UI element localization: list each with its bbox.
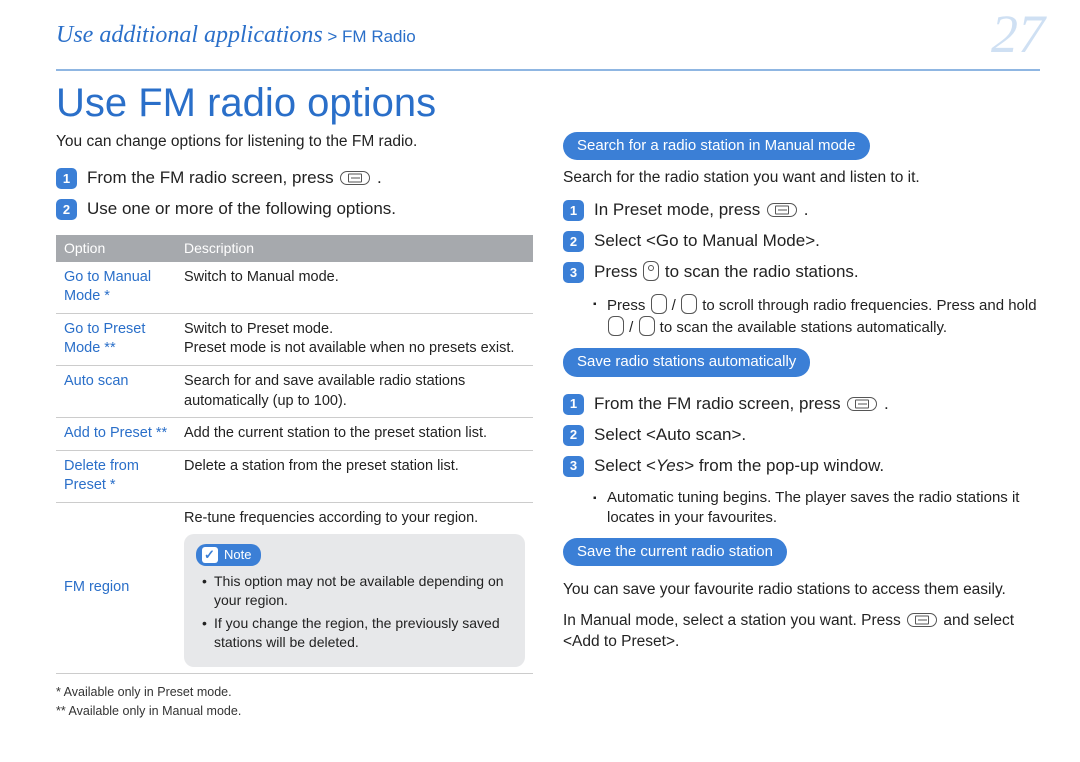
- table-row: Auto scan Search for and save available …: [56, 365, 533, 417]
- option-name: Go to Preset Mode **: [56, 313, 176, 365]
- section-pill: Save the current radio station: [563, 538, 787, 566]
- left-steps: 1 From the FM radio screen, press . 2 Us…: [56, 167, 533, 221]
- option-desc: Switch to Preset mode. Preset mode is no…: [176, 313, 533, 365]
- step-text: In Preset mode, press .: [594, 199, 808, 222]
- option-desc: Delete a station from the preset station…: [176, 450, 533, 502]
- breadcrumb-main: Use additional applications: [56, 22, 323, 48]
- note-box: Note This option may not be available de…: [184, 534, 525, 667]
- option-name: Go to Manual Mode *: [56, 262, 176, 314]
- section2-steps: 1 From the FM radio screen, press . 2 Se…: [563, 393, 1040, 478]
- step-number-badge: 2: [56, 199, 77, 220]
- note-list: This option may not be available dependi…: [196, 572, 513, 652]
- step-number-badge: 3: [563, 262, 584, 283]
- step-text: Select <Go to Manual Mode>.: [594, 230, 820, 253]
- option-desc: Add the current station to the preset st…: [176, 418, 533, 451]
- section-para: In Manual mode, select a station you wan…: [563, 611, 1040, 653]
- step-text: Select <Yes> from the pop-up window.: [594, 455, 884, 478]
- footnote: * Available only in Preset mode.: [56, 684, 533, 701]
- option-name: Auto scan: [56, 365, 176, 417]
- left-column: You can change options for listening to …: [56, 132, 533, 722]
- menu-key-icon: [340, 171, 370, 185]
- step: 3 Select <Yes> from the pop-up window.: [563, 455, 1040, 478]
- section-pill: Save radio stations automatically: [563, 348, 810, 376]
- footnotes: * Available only in Preset mode. ** Avai…: [56, 684, 533, 720]
- section-pill: Search for a radio station in Manual mod…: [563, 132, 870, 160]
- step-number-badge: 1: [56, 168, 77, 189]
- page-number: 27: [991, 7, 1045, 61]
- step-text: Use one or more of the following options…: [87, 198, 396, 221]
- option-name: Delete from Preset *: [56, 450, 176, 502]
- nav-key-icon: [651, 294, 667, 314]
- menu-key-icon: [767, 203, 797, 217]
- section-lead: You can save your favourite radio statio…: [563, 580, 1040, 601]
- step: 2 Select <Go to Manual Mode>.: [563, 230, 1040, 253]
- step-text: From the FM radio screen, press .: [594, 393, 889, 416]
- option-desc: Switch to Manual mode.: [176, 262, 533, 314]
- table-row: Delete from Preset * Delete a station fr…: [56, 450, 533, 502]
- step-number-badge: 2: [563, 425, 584, 446]
- th-description: Description: [176, 235, 533, 262]
- step-number-badge: 2: [563, 231, 584, 252]
- section1-bullets: Press / to scroll through radio frequenc…: [563, 294, 1040, 339]
- footnote: ** Available only in Manual mode.: [56, 703, 533, 720]
- step: 1 In Preset mode, press .: [563, 199, 1040, 222]
- th-option: Option: [56, 235, 176, 262]
- menu-key-icon: [907, 613, 937, 627]
- step-number-badge: 1: [563, 200, 584, 221]
- option-desc: Re-tune frequencies according to your re…: [176, 502, 533, 674]
- options-table: Option Description Go to Manual Mode * S…: [56, 235, 533, 675]
- lead-text: You can change options for listening to …: [56, 132, 533, 153]
- step-number-badge: 1: [563, 394, 584, 415]
- option-desc: Search for and save available radio stat…: [176, 365, 533, 417]
- breadcrumb-sub: FM Radio: [342, 27, 416, 46]
- table-row: FM region Re-tune frequencies according …: [56, 502, 533, 674]
- step-text: Press to scan the radio stations.: [594, 261, 859, 284]
- nav-key-icon: [681, 294, 697, 314]
- step-number-badge: 3: [563, 456, 584, 477]
- step: 3 Press to scan the radio stations.: [563, 261, 1040, 284]
- bullet: Automatic tuning begins. The player save…: [593, 488, 1040, 529]
- breadcrumb-sep: >: [323, 27, 342, 46]
- table-row: Go to Manual Mode * Switch to Manual mod…: [56, 262, 533, 314]
- breadcrumb: Use additional applications > FM Radio: [56, 22, 416, 49]
- step-2: 2 Use one or more of the following optio…: [56, 198, 533, 221]
- step-1: 1 From the FM radio screen, press .: [56, 167, 533, 190]
- section2-bullets: Automatic tuning begins. The player save…: [563, 488, 1040, 529]
- page-title: Use FM radio options: [0, 71, 1080, 132]
- step-text: Select <Auto scan>.: [594, 424, 746, 447]
- step-text: From the FM radio screen, press .: [87, 167, 382, 190]
- right-column: Search for a radio station in Manual mod…: [563, 132, 1040, 722]
- note-item: If you change the region, the previously…: [200, 614, 513, 652]
- option-name: FM region: [56, 502, 176, 674]
- note-item: This option may not be available dependi…: [200, 572, 513, 610]
- bullet: Press / to scroll through radio frequenc…: [593, 294, 1040, 339]
- nav-key-icon: [608, 316, 624, 336]
- section1-steps: 1 In Preset mode, press . 2 Select <Go t…: [563, 199, 1040, 284]
- option-name: Add to Preset **: [56, 418, 176, 451]
- table-row: Go to Preset Mode ** Switch to Preset mo…: [56, 313, 533, 365]
- note-label: Note: [224, 546, 251, 564]
- nav-key-icon: [639, 316, 655, 336]
- nav-key-icon: [643, 261, 659, 281]
- step: 2 Select <Auto scan>.: [563, 424, 1040, 447]
- step: 1 From the FM radio screen, press .: [563, 393, 1040, 416]
- section-lead: Search for the radio station you want an…: [563, 168, 1040, 189]
- menu-key-icon: [847, 397, 877, 411]
- table-row: Add to Preset ** Add the current station…: [56, 418, 533, 451]
- page-header: Use additional applications > FM Radio 2…: [0, 0, 1080, 69]
- check-icon: [202, 547, 218, 563]
- content-columns: You can change options for listening to …: [0, 132, 1080, 722]
- note-badge: Note: [196, 544, 261, 566]
